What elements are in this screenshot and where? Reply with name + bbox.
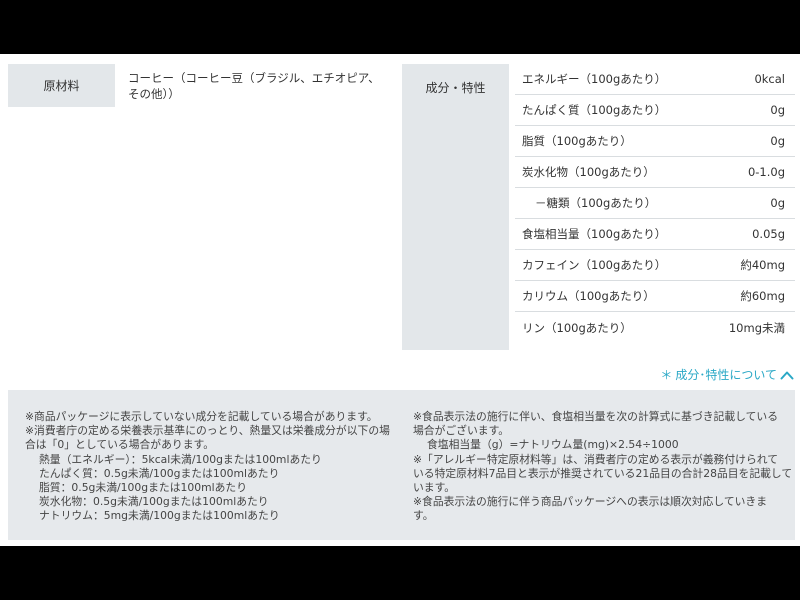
note-line: 場合がございます。 [413,424,510,438]
note-line: ※消費者庁の定める栄養表示基準にのっとり、熱量又は栄養成分が以下の場 [25,424,390,438]
row-value: 0-1.0g [747,165,785,179]
note-line: ナトリウム：5mg未満/100gまたは100mlあたり [39,509,280,523]
note-line: す。 [413,509,434,523]
product-info-panel: 原材料 コーヒー（コーヒー豆（ブラジル、エチオピア、 その他）） 成分・特性 エ… [0,54,800,546]
row-label: 炭水化物（100gあたり） [522,165,655,179]
components-heading: 成分・特性 [402,64,509,350]
table-row: たんぱく質（100gあたり） 0g [515,95,795,126]
table-row: カフェイン（100gあたり） 約40mg [515,250,795,281]
table-row: 炭水化物（100gあたり） 0-1.0g [515,157,795,188]
row-value: 10mg未満 [728,320,785,335]
note-line: ※「アレルギー特定原材料等」は、消費者庁の定める表示が義務付けられて [413,452,779,466]
note-line: ※商品パッケージに表示していない成分を記載している場合があります。 [25,410,378,423]
row-label: カリウム（100gあたり） [522,289,655,303]
note-line: います。 [413,481,456,495]
table-row: －糖類（100gあたり） 0g [515,188,795,219]
asterisk-icon: ＊ [660,368,673,382]
table-row: 食塩相当量（100gあたり） 0.05g [515,219,795,250]
note-line: 食塩相当量（g）=ナトリウム量(mg)×2.54÷1000 [427,438,679,452]
ingredients-line: その他）） [128,87,180,101]
table-row: カリウム（100gあたり） 約60mg [515,281,795,312]
note-line: たんぱく質：0.5g未満/100gまたは100mlあたり [39,466,280,480]
ingredients-line: コーヒー（コーヒー豆（ブラジル、エチオピア、 [128,71,380,85]
row-value: 0kcal [754,72,785,86]
note-line: 脂質：0.5g未満/100gまたは100mlあたり [39,481,248,495]
row-value: 0g [770,103,785,117]
row-value: 0g [770,134,785,148]
ingredients-heading: 原材料 [8,64,115,107]
note-line: 熱量（エネルギー）：5kcal未満/100gまたは100mlあたり [39,452,322,466]
row-label: リン（100gあたり） [522,320,632,335]
components-info-link[interactable]: ＊ 成分･特性について [660,366,794,383]
components-table: エネルギー（100gあたり） 0kcal たんぱく質（100gあたり） 0g 脂質（… [515,64,795,343]
note-line: ※食品表示法の施行に伴い、食塩相当量を次の計算式に基づき記載している [413,410,779,423]
row-label: 食塩相当量（100gあたり） [522,227,667,241]
row-value: 0.05g [752,227,785,241]
note-line: ※食品表示法の施行に伴う商品パッケージへの表示は順次対応していきま [413,495,768,509]
note-line: 合は「0」としている場合があります。 [25,438,215,452]
note-line: 炭水化物：0.5g未満/100gまたは100mlあたり [39,495,269,509]
ingredients-value: コーヒー（コーヒー豆（ブラジル、エチオピア、 その他）） [128,70,388,102]
link-label: 成分･特性について [675,368,777,382]
chevron-up-icon [780,370,794,380]
row-label: たんぱく質（100gあたり） [522,103,667,117]
row-value: 約40mg [740,258,785,272]
note-line: いる特定原材料7品目と表示が推奨されている21品目の合計28品目を記載して [413,466,793,480]
notes-box: ※商品パッケージに表示していない成分を記載している場合があります。 ※消費者庁の… [8,390,795,540]
notes-right: ※食品表示法の施行に伴い、食塩相当量を次の計算式に基づき記載している 場合がござ… [413,410,793,524]
row-label: エネルギー（100gあたり） [522,72,667,86]
row-label: カフェイン（100gあたり） [522,258,667,272]
table-row: エネルギー（100gあたり） 0kcal [515,64,795,95]
notes-left: ※商品パッケージに表示していない成分を記載している場合があります。 ※消費者庁の… [25,410,390,524]
row-value: 0g [770,196,785,210]
row-label: －糖類（100gあたり） [535,196,657,210]
table-row: リン（100gあたり） 10mg未満 [515,312,795,343]
table-row: 脂質（100gあたり） 0g [515,126,795,157]
row-label: 脂質（100gあたり） [522,134,632,148]
row-value: 約60mg [740,289,785,303]
